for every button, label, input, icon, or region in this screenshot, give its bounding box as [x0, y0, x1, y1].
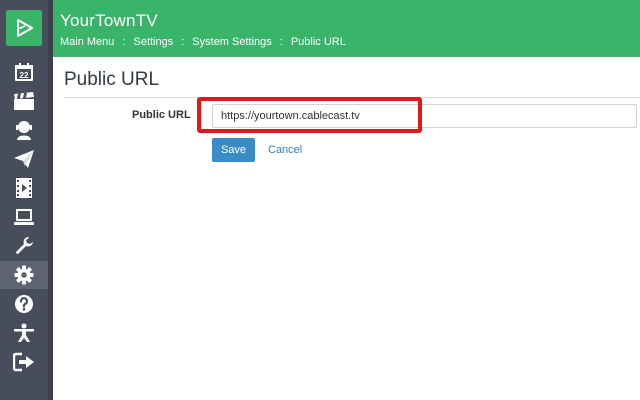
breadcrumb-main-menu[interactable]: Main Menu	[60, 36, 114, 48]
page-title: Public URL	[64, 69, 160, 90]
laptop-icon	[14, 209, 34, 225]
film-play-icon	[16, 178, 32, 198]
sidebar-item-schedule[interactable]: 22	[0, 58, 48, 86]
calendar-icon: 22	[15, 63, 33, 81]
help-icon	[15, 295, 33, 313]
sidebar-item-shows[interactable]	[0, 87, 48, 115]
breadcrumb-current: Public URL	[290, 36, 346, 48]
breadcrumb-separator: :	[181, 36, 185, 48]
save-button[interactable]: Save	[212, 138, 255, 162]
app-title: YourTownTV	[60, 11, 158, 30]
wrench-icon	[16, 237, 33, 254]
sidebar-item-devices[interactable]	[0, 203, 48, 231]
sidebar: 22	[0, 0, 53, 400]
sidebar-item-tools[interactable]	[0, 232, 48, 260]
play-logo-icon	[17, 19, 33, 37]
breadcrumb-separator: :	[279, 36, 283, 48]
public-url-input[interactable]	[212, 104, 637, 128]
paper-plane-icon	[14, 150, 34, 168]
breadcrumb: Main Menu: Settings: System Settings: Publi…	[60, 36, 346, 48]
breadcrumb-system-settings[interactable]: System Settings	[192, 36, 271, 48]
sidebar-item-media[interactable]	[0, 174, 48, 202]
sidebar-item-help[interactable]	[0, 290, 48, 318]
clapperboard-icon	[14, 92, 34, 110]
calendar-day: 22	[20, 71, 29, 80]
sidebar-item-live[interactable]	[0, 116, 48, 144]
accessibility-icon	[14, 323, 34, 342]
app-header: YourTownTV Main Menu: Settings: System Set…	[53, 0, 640, 57]
presenter-icon	[16, 121, 32, 140]
sidebar-item-publish[interactable]	[0, 145, 48, 173]
sidebar-item-settings[interactable]	[0, 261, 48, 289]
breadcrumb-separator: :	[122, 36, 126, 48]
app-logo[interactable]	[6, 10, 42, 46]
public-url-label: Public URL	[132, 109, 191, 121]
gear-icon	[14, 265, 34, 285]
sidebar-edge	[48, 0, 53, 400]
sign-out-icon	[13, 352, 34, 372]
breadcrumb-settings[interactable]: Settings	[133, 36, 173, 48]
cancel-link[interactable]: Cancel	[268, 144, 302, 156]
title-divider	[64, 97, 640, 98]
sidebar-item-accessibility[interactable]	[0, 319, 48, 347]
sidebar-item-sign-out[interactable]	[0, 348, 48, 376]
